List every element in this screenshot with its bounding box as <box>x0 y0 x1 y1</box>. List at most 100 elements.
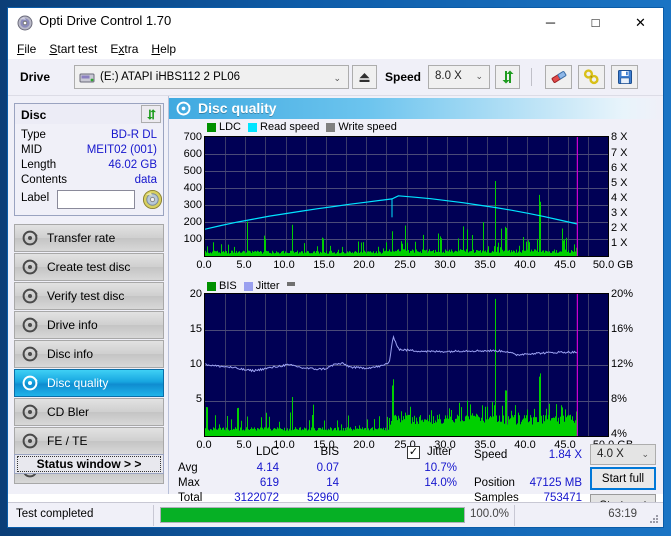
status-separator <box>153 505 154 526</box>
read-label-button[interactable] <box>140 188 164 211</box>
legend-label-jitter: Jitter <box>255 280 280 292</box>
chevron-down-icon: ⌄ <box>333 73 341 83</box>
resize-grip[interactable] <box>648 513 659 524</box>
top-chart-legend: LDC Read speed Write speed <box>207 121 404 133</box>
sidebar-item-fe-te[interactable]: FE / TE <box>14 427 164 455</box>
legend-label-read-speed: Read speed <box>260 121 320 133</box>
eject-button[interactable] <box>352 65 377 89</box>
chevron-down-icon: ⌄ <box>641 449 649 459</box>
legend-label-bis: BIS <box>219 280 237 292</box>
top-xtick-20: 20.0 <box>353 259 375 271</box>
status-window-button[interactable]: Status window > > <box>14 454 164 474</box>
disc-row-type: Type BD-R DL <box>15 129 163 145</box>
sidebar-item-verify-test-disc[interactable]: Verify test disc <box>14 282 164 310</box>
bottom-chart-plot[interactable] <box>204 293 609 437</box>
sidebar-item-disc-info[interactable]: Disc info <box>14 340 164 368</box>
main-panel: Disc quality LDC Read speed Write speed … <box>168 96 663 517</box>
window-title: Opti Drive Control 1.70 <box>39 13 172 28</box>
jitter-checkbox[interactable]: ✓ <box>407 446 420 459</box>
key-icon <box>583 69 599 85</box>
stats-panel: LDC BIS Avg Max Total 4.14 619 3122072 0… <box>169 444 663 517</box>
stats-row-max: Max <box>178 477 200 489</box>
sidebar-item-create-test-disc[interactable]: Create test disc <box>14 253 164 281</box>
sidebar-item-cd-bler[interactable]: CD Bler <box>14 398 164 426</box>
disc-icon <box>142 189 162 210</box>
menu-help[interactable]: Help <box>151 42 176 56</box>
erase-button[interactable] <box>545 65 572 89</box>
disc-refresh-button[interactable] <box>141 105 161 123</box>
disc-row-value: MEIT02 (001) <box>86 144 157 156</box>
status-bar: Test completed 100.0% 63:19 <box>8 502 663 527</box>
top-ytick-7x: 7 X <box>611 147 628 159</box>
menu-file[interactable]: FFileile <box>17 42 36 56</box>
close-button[interactable]: ✕ <box>618 8 663 37</box>
refresh-icon <box>502 70 513 84</box>
minimize-button[interactable]: ─ <box>528 8 573 37</box>
status-separator <box>514 505 515 526</box>
maximize-button[interactable]: □ <box>573 8 618 37</box>
top-xtick-35: 35.0 <box>474 259 496 271</box>
page-title: Disc quality <box>198 100 277 116</box>
menu-start-test[interactable]: Start test <box>49 42 97 56</box>
stats-ldc-avg: 4.14 <box>256 462 279 474</box>
speed-select[interactable]: 8.0 X ⌄ <box>428 65 490 89</box>
top-ytick-5x: 5 X <box>611 177 628 189</box>
menu-extra[interactable]: Extra <box>110 42 138 56</box>
disc-quality-header: Disc quality <box>169 98 663 119</box>
legend-label-write-speed: Write speed <box>338 121 397 133</box>
bot-ytick-8pct: 8% <box>611 393 627 405</box>
disc-icon <box>22 346 38 362</box>
disc-icon <box>17 15 33 31</box>
legend-swatch-jitter <box>243 281 253 291</box>
disc-row-key: Length <box>21 159 57 171</box>
disc-icon <box>22 375 38 391</box>
top-ytick-200: 200 <box>183 216 202 228</box>
disc-icon <box>22 230 38 246</box>
top-ytick-300: 300 <box>183 199 202 211</box>
stats-header-ldc: LDC <box>255 446 279 458</box>
stats-position-value: 47125 MB <box>529 477 582 489</box>
disc-label-input[interactable] <box>57 190 135 209</box>
disc-row-value: data <box>134 174 157 186</box>
disc-icon <box>22 288 38 304</box>
top-xtick-15: 15.0 <box>313 259 335 271</box>
left-panel: Disc Type BD-R DL MID MEIT02 (001) Lengt… <box>8 96 168 494</box>
legend-swatch-read-speed <box>248 122 258 132</box>
drive-select[interactable]: (E:) ATAPI iHBS112 2 PL06 ⌄ <box>74 65 349 89</box>
save-button[interactable] <box>611 65 638 89</box>
disc-row-mid: MID MEIT02 (001) <box>15 144 163 160</box>
top-xtick-50: 50.0 GB <box>592 259 634 271</box>
test-speed-select[interactable]: 4.0 X ⌄ <box>590 444 656 465</box>
top-xtick-40: 40.0 <box>514 259 536 271</box>
legend-swatch-ldc <box>207 122 216 132</box>
top-chart-canvas <box>205 137 608 256</box>
toolbar: Drive (E:) ATAPI iHBS112 2 PL06 ⌄ Speed … <box>8 59 663 96</box>
drive-label: Drive <box>20 70 51 84</box>
sidebar-item-label: Drive info <box>47 318 98 332</box>
drive-icon <box>79 73 95 83</box>
refresh-button[interactable] <box>495 65 520 89</box>
floppy-save-icon <box>617 70 632 84</box>
elapsed-time: 63:19 <box>608 508 637 520</box>
sidebar-item-disc-quality[interactable]: Disc quality <box>14 369 164 397</box>
sidebar-item-transfer-rate[interactable]: Transfer rate <box>14 224 164 252</box>
start-full-button[interactable]: Start full <box>590 467 656 490</box>
disc-row-key: MID <box>21 144 43 156</box>
top-xtick-10: 10.0 <box>273 259 295 271</box>
top-chart-plot[interactable] <box>204 136 609 257</box>
stats-label-position: Position <box>474 477 515 489</box>
stats-header-bis: BIS <box>320 446 339 458</box>
top-ytick-600: 600 <box>183 148 202 160</box>
disc-panel-header: Disc <box>14 103 164 125</box>
tools-button[interactable] <box>578 65 605 89</box>
status-window-button-label: Status window > > <box>17 456 161 472</box>
bottom-chart-legend: BIS Jitter <box>207 280 298 292</box>
chevron-down-icon: ⌄ <box>475 71 483 81</box>
sidebar-item-drive-info[interactable]: Drive info <box>14 311 164 339</box>
top-ytick-100: 100 <box>183 233 202 245</box>
bot-ytick-5: 5 <box>195 393 202 405</box>
legend-swatch-extra <box>286 281 295 286</box>
speed-value: 8.0 X <box>435 70 462 82</box>
disc-label-key: Label <box>21 192 50 204</box>
sidebar-item-label: Create test disc <box>47 260 131 274</box>
